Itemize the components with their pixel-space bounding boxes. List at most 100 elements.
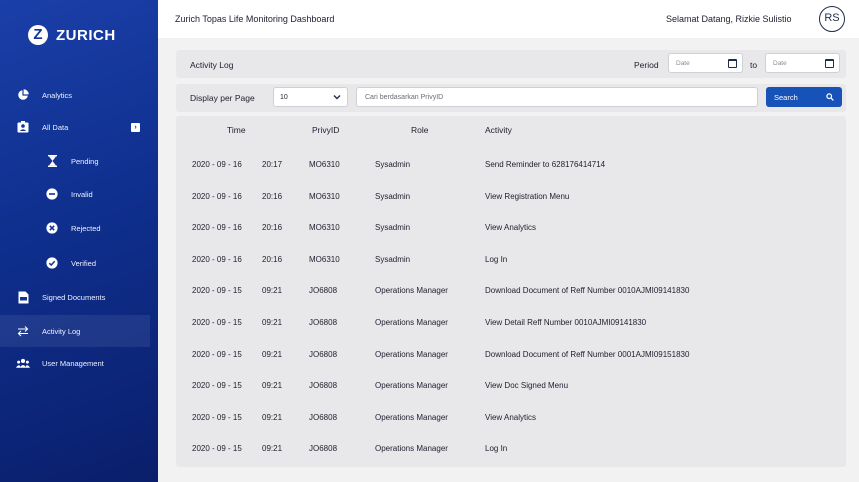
cell-role: Operations Manager <box>375 412 448 422</box>
top-header: Zurich Topas Life Monitoring Dashboard S… <box>158 0 859 38</box>
table-row[interactable]: 2020 - 09 - 15 09:21 JO6808 Operations Mana… <box>176 274 846 306</box>
sidebar-item-activity-log[interactable]: Activity Log <box>0 315 150 347</box>
table-row[interactable]: 2020 - 09 - 16 20:16 MO6310 Sysadmin View Re… <box>176 180 846 212</box>
sidebar-item-label: Verified <box>71 258 97 268</box>
cell-time: 20:16 <box>262 223 283 233</box>
cell-activity: View Analytics <box>485 223 536 233</box>
greeting-text: Selamat Datang, Rizkie Sulistio <box>666 14 792 24</box>
cell-role: Sysadmin <box>375 254 411 264</box>
cell-role: Operations Manager <box>375 349 448 359</box>
page-title: Activity Log <box>190 60 234 70</box>
cell-activity: Send Reminder to 628176414714 <box>485 160 606 169</box>
table-row[interactable]: 2020 - 09 - 16 20:16 MO6310 Sysadmin Log In <box>176 243 846 275</box>
table-row[interactable]: 2020 - 09 - 16 20:16 MO6310 Sysadmin View An… <box>176 211 846 243</box>
column-header-privyid[interactable]: PrivyID <box>312 125 339 135</box>
calendar-icon[interactable] <box>825 59 834 68</box>
pdf-document-icon <box>16 290 30 304</box>
cell-date: 2020 - 09 - 15 <box>192 412 242 422</box>
display-per-page-label: Display per Page <box>190 93 255 103</box>
chevron-down-icon <box>333 95 341 100</box>
cell-time: 20:16 <box>262 254 283 264</box>
table-row[interactable]: 2020 - 09 - 15 09:21 JO6808 Operations Mana… <box>176 338 846 370</box>
sidebar-item-label: Rejected <box>71 223 101 233</box>
cell-time: 09:21 <box>262 412 283 422</box>
to-label: to <box>750 60 758 70</box>
cell-time: 20:16 <box>262 191 283 201</box>
cell-activity: View Registration Menu <box>485 191 570 201</box>
column-header-role[interactable]: Role <box>411 125 428 135</box>
cell-time: 09:21 <box>262 444 283 454</box>
search-input[interactable]: Cari berdasarkan PrivyID <box>356 87 758 107</box>
cell-role: Sysadmin <box>375 223 411 233</box>
column-header-activity[interactable]: Activity <box>485 125 512 135</box>
cell-activity: Log In <box>485 444 508 454</box>
check-circle-icon <box>45 256 59 270</box>
minus-circle-icon <box>45 187 59 201</box>
activity-log-toolbar: Activity Log Period Date to Date <box>176 50 846 78</box>
app-title: Zurich Topas Life Monitoring Dashboard <box>175 14 335 24</box>
cell-date: 2020 - 09 - 15 <box>192 318 242 327</box>
cell-activity: Download Document of Reff Number 0001AJM… <box>485 349 690 359</box>
sidebar-item-label: Pending <box>71 156 99 166</box>
cell-privy-id: JO6808 <box>309 349 338 359</box>
cell-activity: View Analytics <box>485 412 536 422</box>
sidebar-item-signed-documents[interactable]: Signed Documents <box>0 281 150 313</box>
cell-date: 2020 - 09 - 16 <box>192 254 242 264</box>
table-row[interactable]: 2020 - 09 - 16 20:17 MO6310 Sysadmin Send Re… <box>176 148 846 180</box>
cell-date: 2020 - 09 - 15 <box>192 444 242 454</box>
sidebar: Z ZURICH Analytics All Data › Pending In… <box>0 0 158 482</box>
per-page-select[interactable]: 10 <box>273 87 348 107</box>
cell-time: 09:21 <box>262 318 283 327</box>
cell-privy-id: MO6310 <box>309 191 340 201</box>
cell-time: 20:17 <box>262 160 283 169</box>
table-row[interactable]: 2020 - 09 - 15 09:21 JO6808 Operations Mana… <box>176 306 846 338</box>
search-toolbar: Display per Page 10 Cari berdasarkan Pri… <box>176 84 846 112</box>
zurich-logo-icon: Z <box>28 25 48 45</box>
cell-role: Operations Manager <box>375 444 448 454</box>
x-circle-icon <box>45 221 59 235</box>
period-label: Period <box>634 60 659 70</box>
cell-role: Operations Manager <box>375 286 448 296</box>
cell-role: Sysadmin <box>375 191 411 201</box>
cell-role: Sysadmin <box>375 160 411 169</box>
cell-privy-id: MO6310 <box>309 160 340 169</box>
hourglass-icon <box>45 154 59 168</box>
sidebar-item-analytics[interactable]: Analytics <box>0 79 150 111</box>
cell-privy-id: JO6808 <box>309 381 338 391</box>
table-row[interactable]: 2020 - 09 - 15 09:21 JO6808 Operations Mana… <box>176 369 846 401</box>
table-row[interactable]: 2020 - 09 - 15 09:21 JO6808 Operations Mana… <box>176 401 846 433</box>
cell-privy-id: JO6808 <box>309 286 338 296</box>
date-to-field[interactable]: Date <box>765 53 840 73</box>
brand-name: ZURICH <box>56 26 116 44</box>
chevron-right-icon[interactable]: › <box>131 122 140 132</box>
cell-activity: Download Document of Reff Number 0010AJM… <box>485 286 690 296</box>
cell-privy-id: JO6808 <box>309 318 338 327</box>
sidebar-item-verified[interactable]: Verified <box>0 247 150 279</box>
cell-date: 2020 - 09 - 15 <box>192 381 242 391</box>
zurich-logo[interactable]: Z ZURICH <box>28 25 116 45</box>
calendar-icon[interactable] <box>728 59 737 68</box>
cell-time: 09:21 <box>262 286 283 296</box>
cell-privy-id: JO6808 <box>309 412 338 422</box>
sidebar-item-invalid[interactable]: Invalid <box>0 178 150 210</box>
cell-time: 09:21 <box>262 349 283 359</box>
cell-date: 2020 - 09 - 16 <box>192 223 242 233</box>
date-from-field[interactable]: Date <box>668 53 743 73</box>
sidebar-item-label: Invalid <box>71 189 93 199</box>
column-header-time[interactable]: Time <box>227 125 246 135</box>
avatar[interactable]: RS <box>819 6 845 32</box>
cell-activity: Log In <box>485 254 508 264</box>
table-row[interactable]: 2020 - 09 - 15 09:21 JO6808 Operations Mana… <box>176 432 846 464</box>
sidebar-item-user-management[interactable]: User Management <box>0 347 150 379</box>
sidebar-item-all-data[interactable]: All Data › <box>0 111 150 143</box>
cell-time: 09:21 <box>262 381 283 391</box>
sidebar-item-pending[interactable]: Pending <box>0 145 150 177</box>
cell-date: 2020 - 09 - 15 <box>192 349 242 359</box>
sidebar-item-rejected[interactable]: Rejected <box>0 212 150 244</box>
cell-activity: View Detail Reff Number 0010AJMI09141830 <box>485 318 647 327</box>
search-button[interactable]: Search <box>766 87 842 107</box>
cell-role: Operations Manager <box>375 381 448 391</box>
sidebar-item-label: Signed Documents <box>42 292 106 302</box>
activity-log-table: Time PrivyID Role Activity 2020 - 09 - 1… <box>176 116 846 467</box>
cell-activity: View Doc Signed Menu <box>485 381 569 391</box>
